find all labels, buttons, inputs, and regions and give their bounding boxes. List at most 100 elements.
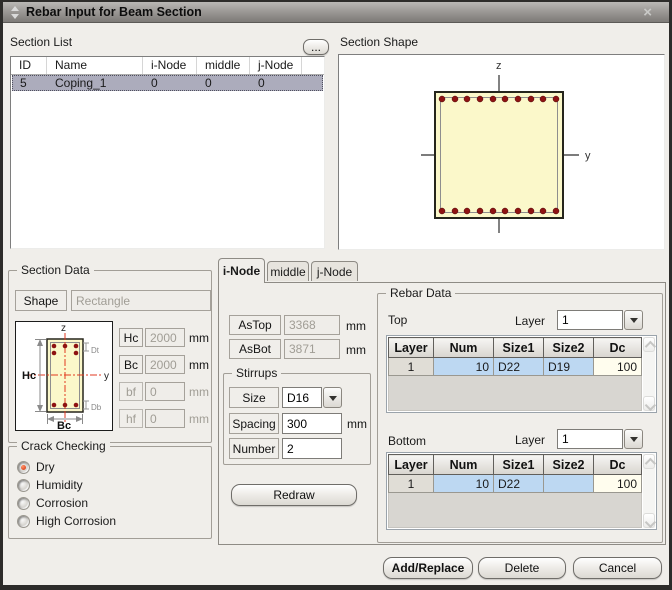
as-bot-label: AsBot — [229, 339, 281, 359]
section-list-label: Section List — [10, 35, 72, 49]
scroll-down-button[interactable] — [643, 396, 655, 411]
shape-label: Shape — [15, 290, 67, 311]
stirrup-spacing-label: Spacing — [229, 413, 279, 434]
cell-dc[interactable]: 100 — [594, 358, 642, 376]
chevron-down-icon — [630, 318, 638, 327]
scroll-down-button[interactable] — [643, 513, 655, 528]
col-filler — [302, 57, 324, 74]
chevron-up-icon — [645, 457, 656, 468]
add-replace-button[interactable]: Add/Replace — [383, 557, 473, 579]
cell-num[interactable]: 10 — [434, 475, 494, 493]
rebar-data-group: Rebar Data Top Layer 1 Layer Num Size1 — [377, 293, 663, 543]
chevron-down-icon — [645, 516, 656, 527]
bottom-layer-value: 1 — [557, 429, 623, 449]
delete-button[interactable]: Delete — [478, 557, 566, 579]
radio-row-corrosion[interactable]: Corrosion — [17, 496, 88, 510]
hf-field: 0 — [145, 409, 185, 428]
top-layer-dropdown-button[interactable] — [624, 310, 643, 330]
stirrup-number-field[interactable]: 2 — [282, 438, 342, 459]
col-id[interactable]: ID — [11, 57, 47, 74]
section-data-group: Section Data Shape Rectangle z y Hc — [8, 270, 212, 443]
rebar-input-dialog: Rebar Input for Beam Section × Section L… — [0, 0, 672, 590]
bottom-rebar-table[interactable]: Layer Num Size1 Size2 Dc 1 10 D22 100 — [386, 452, 657, 530]
hf-label: hf — [119, 409, 143, 428]
cell-size2[interactable]: D19 — [544, 358, 594, 376]
radio-row-dry[interactable]: Dry — [17, 460, 55, 474]
bottom-table-scrollbar[interactable] — [643, 454, 655, 528]
table-row-selected[interactable]: 5 Coping_1 0 0 0 — [12, 75, 323, 91]
hdr-size1: Size1 — [494, 455, 544, 475]
cell-i-node: 0 — [144, 76, 198, 90]
diagram-dt-label: Dt — [91, 346, 100, 355]
cancel-button[interactable]: Cancel — [573, 557, 662, 579]
cell-middle: 0 — [198, 76, 251, 90]
chevron-down-icon — [645, 399, 656, 410]
hc-label: Hc — [119, 328, 143, 347]
bottom-layer-dropdown-button[interactable] — [624, 429, 643, 449]
hdr-num: Num — [434, 455, 494, 475]
cell-size2[interactable] — [544, 475, 594, 493]
section-data-diagram: z y Hc Bc — [16, 322, 112, 430]
tab-j-node[interactable]: j-Node — [311, 261, 358, 281]
stirrup-size-dropdown-button[interactable] — [323, 387, 342, 408]
top-rebar-table[interactable]: Layer Num Size1 Size2 Dc 1 10 D22 D19 10… — [386, 335, 657, 413]
redraw-button[interactable]: Redraw — [231, 484, 357, 506]
radio-row-humidity[interactable]: Humidity — [17, 478, 83, 492]
radio-high-corrosion-label: High Corrosion — [36, 514, 116, 528]
radio-high-corrosion[interactable] — [17, 515, 30, 528]
axis-z-label: z — [496, 60, 502, 72]
hf-unit: mm — [189, 412, 209, 426]
stirrup-size-combo[interactable]: D16 — [282, 387, 342, 408]
stirrup-number-label: Number — [229, 438, 279, 459]
scroll-up-button[interactable] — [643, 454, 655, 469]
table-row[interactable]: 1 10 D22 D19 100 — [389, 358, 642, 376]
section-list-box[interactable]: ID Name i-Node middle j-Node 5 Coping_1 … — [10, 56, 325, 249]
hdr-layer: Layer — [389, 455, 434, 475]
radio-corrosion-label: Corrosion — [36, 496, 88, 510]
bottom-rebar-grid: Layer Num Size1 Size2 Dc 1 10 D22 100 — [388, 454, 642, 493]
i-node-tab-page: AsTop 3368 mm AsBot 3871 mm Stirrups Siz… — [218, 282, 666, 545]
col-middle[interactable]: middle — [197, 57, 250, 74]
diagram-y-label: y — [104, 371, 109, 382]
tab-i-node[interactable]: i-Node — [218, 258, 265, 283]
chevron-up-icon — [645, 340, 656, 351]
stirrup-spacing-unit: mm — [347, 417, 367, 431]
cell-size1[interactable]: D22 — [494, 475, 544, 493]
hdr-num: Num — [434, 338, 494, 358]
col-j-node[interactable]: j-Node — [250, 57, 302, 74]
cell-num[interactable]: 10 — [434, 358, 494, 376]
cell-dc[interactable]: 100 — [594, 475, 642, 493]
top-rebar-grid: Layer Num Size1 Size2 Dc 1 10 D22 D19 10… — [388, 337, 642, 376]
top-table-scrollbar[interactable] — [643, 337, 655, 411]
close-icon[interactable]: × — [643, 5, 652, 20]
rebar-data-legend: Rebar Data — [386, 286, 455, 300]
browse-button[interactable]: ... — [303, 39, 329, 55]
top-label: Top — [388, 313, 407, 327]
radio-dry[interactable] — [17, 461, 30, 474]
table-empty-area — [388, 493, 642, 528]
chevron-down-icon — [329, 396, 337, 405]
hdr-size2: Size2 — [544, 338, 594, 358]
top-layer-combo[interactable]: 1 — [557, 310, 643, 330]
radio-row-high-corrosion[interactable]: High Corrosion — [17, 514, 116, 528]
window-sort-icon — [10, 6, 19, 19]
col-name[interactable]: Name — [47, 57, 143, 74]
stirrup-size-label: Size — [229, 387, 279, 408]
col-i-node[interactable]: i-Node — [143, 57, 197, 74]
table-empty-area — [388, 376, 642, 411]
stirrups-legend: Stirrups — [232, 366, 281, 380]
stirrup-spacing-field[interactable]: 300 — [282, 413, 342, 434]
radio-dry-label: Dry — [36, 460, 55, 474]
scroll-up-button[interactable] — [643, 337, 655, 352]
radio-humidity[interactable] — [17, 479, 30, 492]
top-layer-value: 1 — [557, 310, 623, 330]
tab-middle[interactable]: middle — [267, 261, 309, 281]
hdr-layer: Layer — [389, 338, 434, 358]
bottom-layer-combo[interactable]: 1 — [557, 429, 643, 449]
crack-checking-legend: Crack Checking — [17, 439, 110, 453]
radio-corrosion[interactable] — [17, 497, 30, 510]
titlebar[interactable]: Rebar Input for Beam Section × — [3, 2, 669, 23]
cell-size1[interactable]: D22 — [494, 358, 544, 376]
table-row[interactable]: 1 10 D22 100 — [389, 475, 642, 493]
bf-label: bf — [119, 382, 143, 401]
